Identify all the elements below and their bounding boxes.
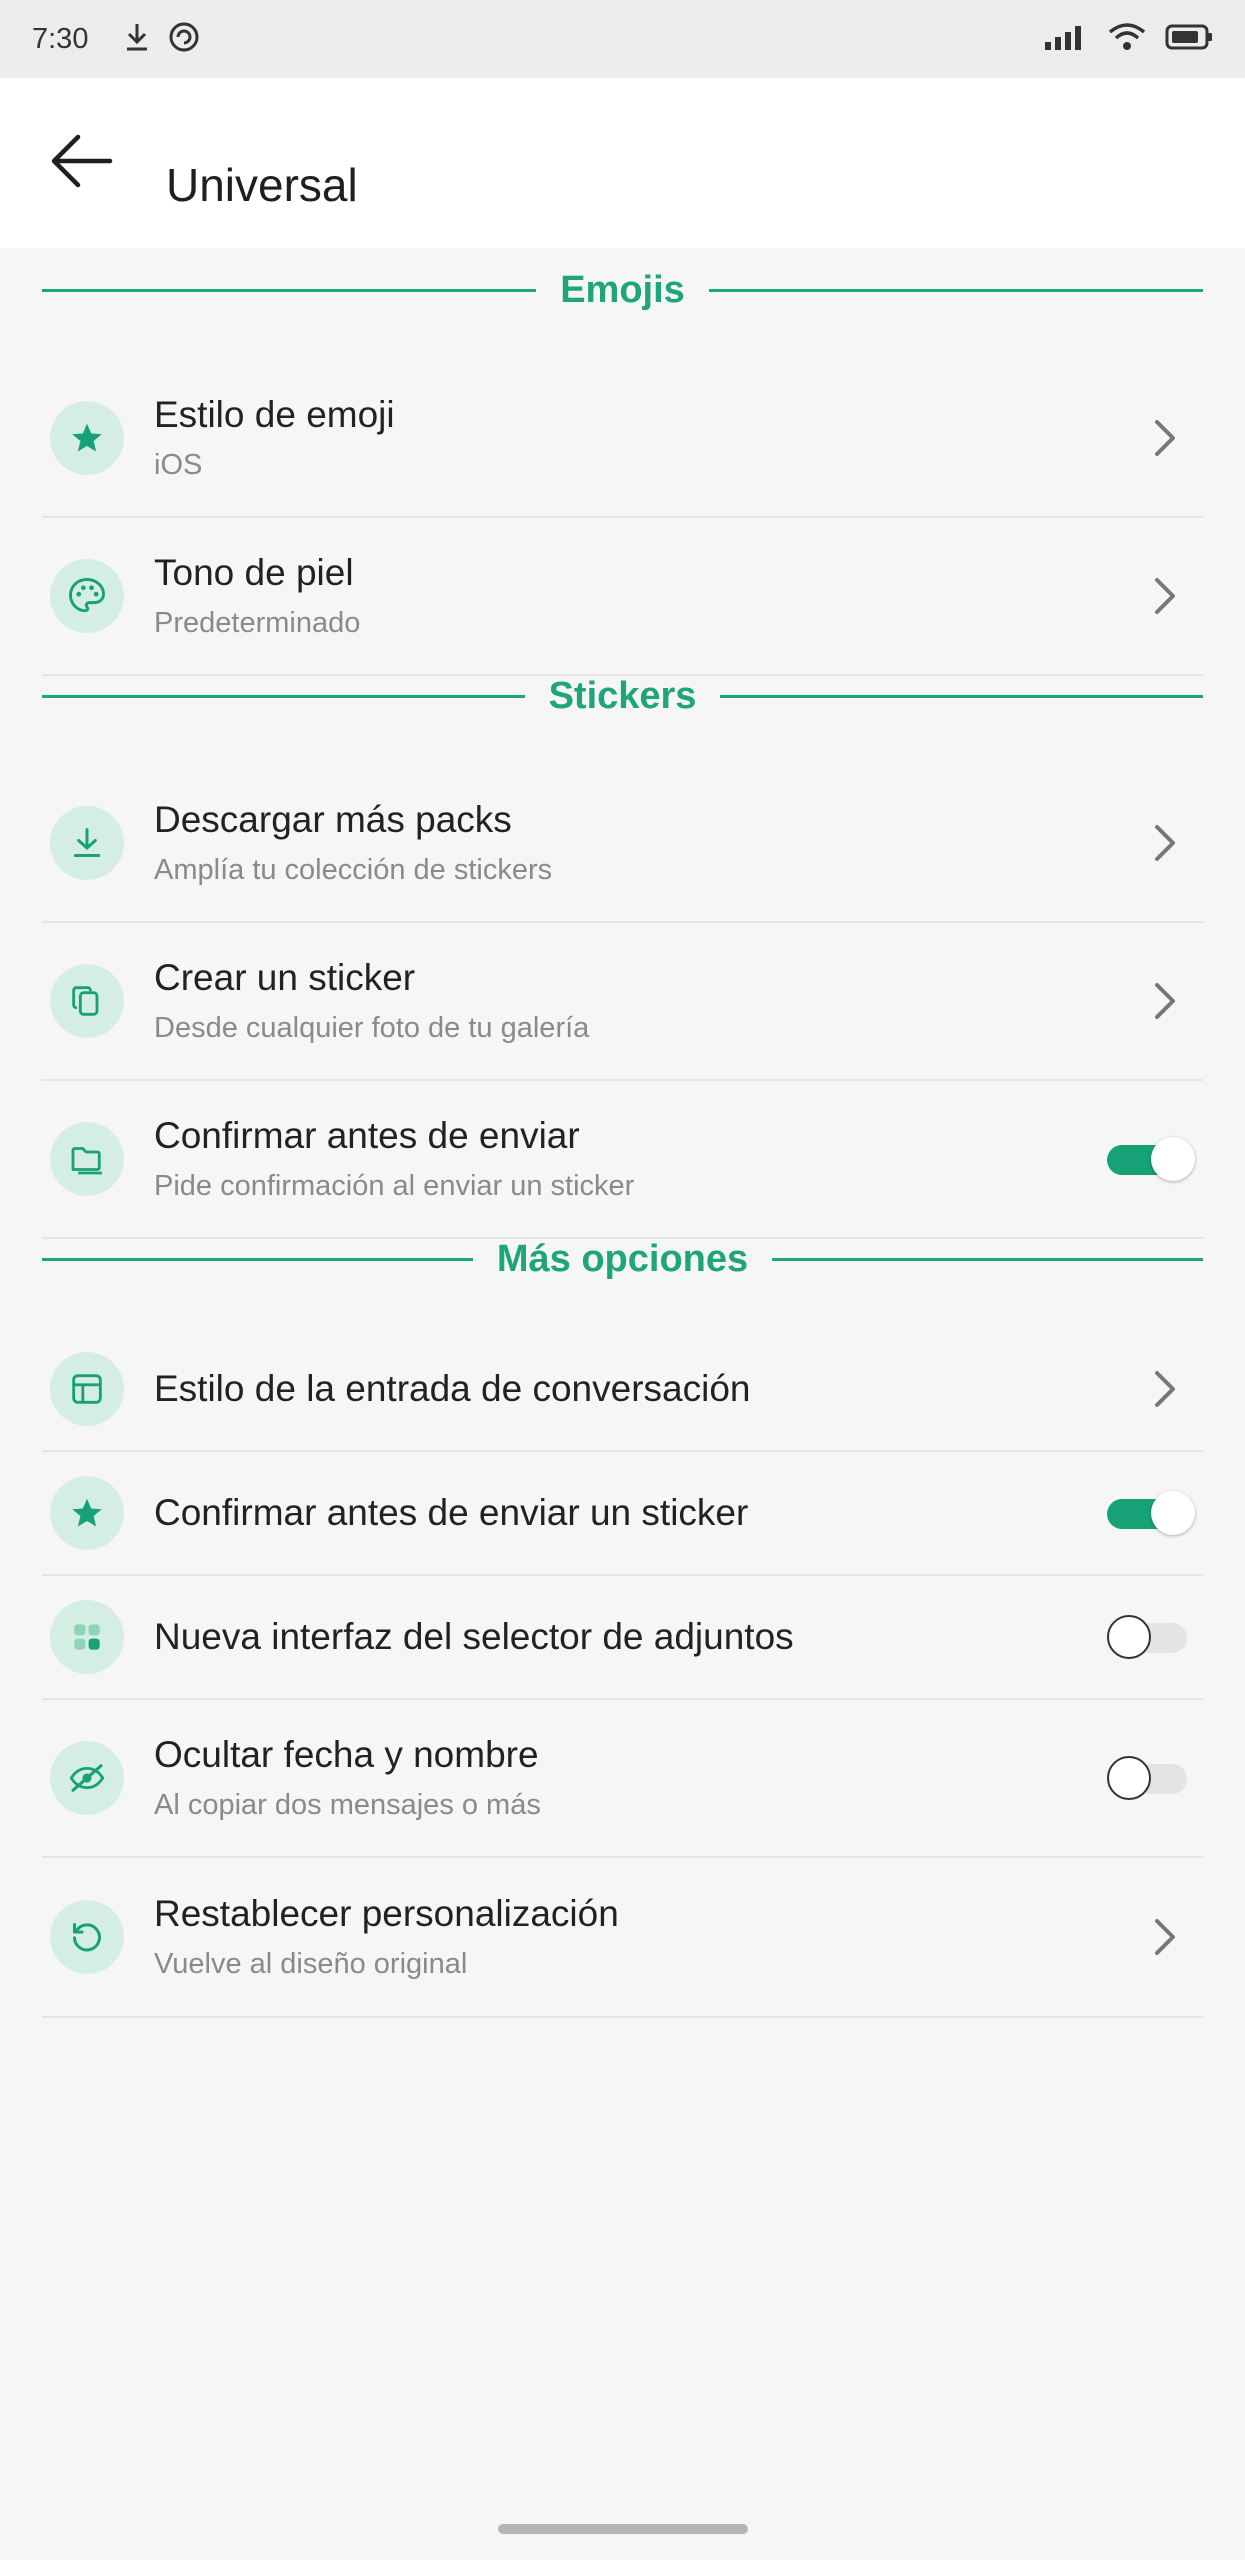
row-subtitle: iOS xyxy=(154,449,203,481)
download-icon xyxy=(124,22,150,57)
row-title: Restablecer personalización xyxy=(154,1893,619,1934)
row-confirm-before-send[interactable]: Confirmar antes de enviar Pide confirmac… xyxy=(42,1081,1203,1239)
download-icon xyxy=(50,806,124,880)
status-bar: 7:30 xyxy=(0,0,1245,78)
row-subtitle: Amplía tu colección de stickers xyxy=(154,854,553,886)
confirm-sticker-toggle[interactable] xyxy=(1107,1491,1195,1535)
hide-date-name-toggle[interactable] xyxy=(1107,1756,1193,1800)
section-header-stickers: Stickers xyxy=(42,666,1204,726)
section-header-more-options: Más opciones xyxy=(42,1229,1204,1289)
row-hide-date-name[interactable]: Ocultar fecha y nombre Al copiar dos men… xyxy=(42,1700,1203,1858)
arrow-left-icon xyxy=(50,133,114,194)
row-title: Estilo de emoji xyxy=(154,394,395,435)
row-attachment-picker[interactable]: Nueva interfaz del selector de adjuntos xyxy=(42,1576,1203,1700)
toggle-knob xyxy=(1151,1491,1195,1535)
sync-icon xyxy=(168,21,200,58)
row-skin-tone[interactable]: Tono de piel Predeterminado xyxy=(42,518,1203,676)
row-subtitle: Vuelve al diseño original xyxy=(154,1948,468,1980)
eye-off-icon xyxy=(50,1741,124,1815)
row-download-packs[interactable]: Descargar más packs Amplía tu colección … xyxy=(42,765,1203,923)
reset-icon xyxy=(50,1900,124,1974)
toggle-knob xyxy=(1107,1615,1151,1659)
copy-icon xyxy=(50,964,124,1038)
chevron-right-icon xyxy=(1135,1359,1195,1419)
row-input-style[interactable]: Estilo de la entrada de conversación xyxy=(42,1328,1203,1452)
divider xyxy=(708,288,1204,292)
divider xyxy=(42,288,537,292)
grid-icon xyxy=(50,1600,124,1674)
folder-icon xyxy=(50,1122,124,1196)
section-label: Más opciones xyxy=(496,1237,749,1280)
star-icon xyxy=(50,1476,124,1550)
row-subtitle: Pide confirmación al enviar un sticker xyxy=(154,1170,635,1202)
row-title: Ocultar fecha y nombre xyxy=(154,1734,539,1775)
row-title: Confirmar antes de enviar un sticker xyxy=(154,1492,749,1533)
row-title: Estilo de la entrada de conversación xyxy=(154,1368,751,1409)
divider xyxy=(42,1257,473,1261)
layout-icon xyxy=(50,1352,124,1426)
row-subtitle: Predeterminado xyxy=(154,607,361,639)
row-subtitle: Desde cualquier foto de tu galería xyxy=(154,1012,590,1044)
toggle-knob xyxy=(1107,1756,1151,1800)
star-icon xyxy=(50,401,124,475)
wifi-icon xyxy=(1107,22,1147,57)
battery-icon xyxy=(1165,24,1213,55)
toggle-knob xyxy=(1151,1137,1195,1181)
confirm-send-toggle[interactable] xyxy=(1107,1137,1195,1181)
chevron-right-icon xyxy=(1135,971,1195,1031)
home-indicator[interactable] xyxy=(498,2524,748,2534)
palette-icon xyxy=(50,559,124,633)
row-title: Descargar más packs xyxy=(154,799,512,840)
chevron-right-icon xyxy=(1135,813,1195,873)
signal-icon xyxy=(1045,24,1089,55)
app-bar: Universal xyxy=(0,78,1245,248)
section-header-emojis: Emojis xyxy=(42,260,1204,320)
back-button[interactable] xyxy=(42,128,122,198)
attachment-picker-toggle[interactable] xyxy=(1107,1615,1193,1659)
row-emoji-style[interactable]: Estilo de emoji iOS xyxy=(42,360,1203,518)
section-label: Stickers xyxy=(548,674,697,717)
status-time: 7:30 xyxy=(32,22,89,55)
row-title: Tono de piel xyxy=(154,552,354,593)
divider xyxy=(772,1257,1204,1261)
row-subtitle: Al copiar dos mensajes o más xyxy=(154,1789,541,1821)
row-title: Confirmar antes de enviar xyxy=(154,1115,580,1156)
row-title: Nueva interfaz del selector de adjuntos xyxy=(154,1616,794,1657)
page-title: Universal xyxy=(166,159,358,211)
row-confirm-sticker[interactable]: Confirmar antes de enviar un sticker xyxy=(42,1452,1203,1576)
row-title: Crear un sticker xyxy=(154,957,416,998)
chevron-right-icon xyxy=(1135,408,1195,468)
row-reset-customization[interactable]: Restablecer personalización Vuelve al di… xyxy=(42,1858,1203,2018)
divider xyxy=(720,694,1204,698)
chevron-right-icon xyxy=(1135,566,1195,626)
row-create-sticker[interactable]: Crear un sticker Desde cualquier foto de… xyxy=(42,923,1203,1081)
section-label: Emojis xyxy=(560,268,685,311)
chevron-right-icon xyxy=(1135,1907,1195,1967)
divider xyxy=(42,694,525,698)
